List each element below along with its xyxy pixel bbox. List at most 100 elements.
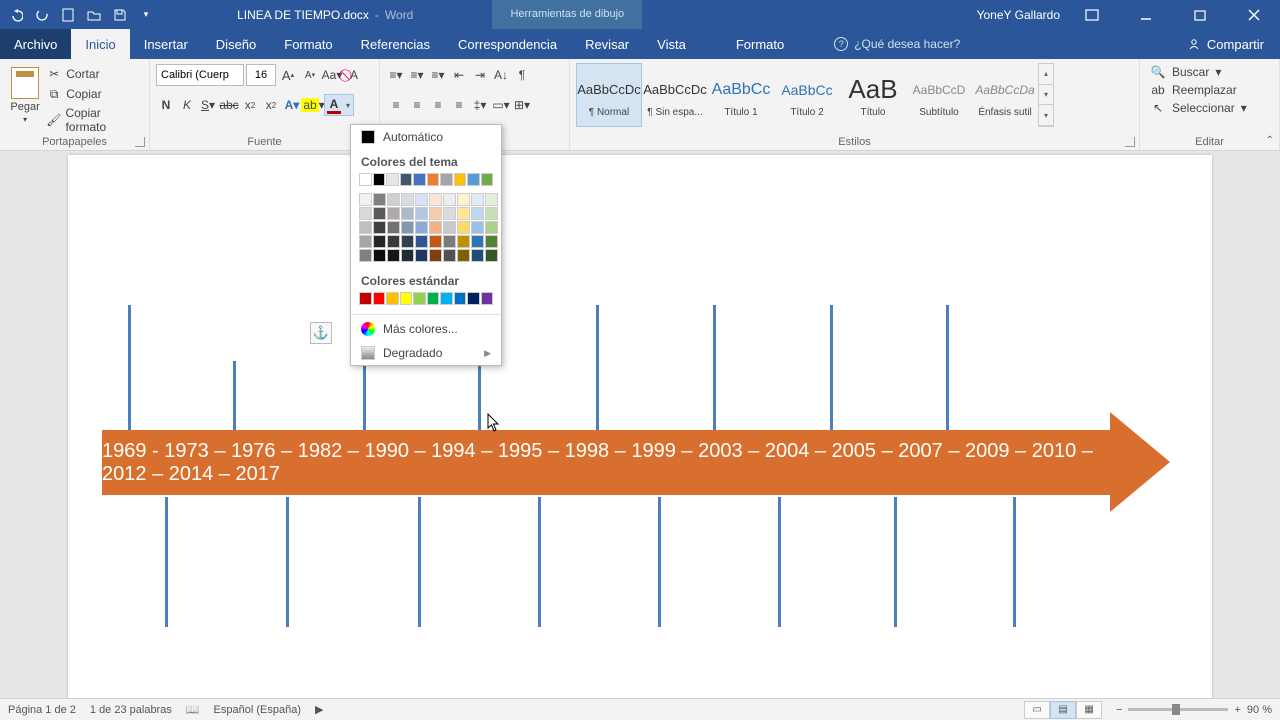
superscript-button[interactable]: x2: [261, 94, 281, 116]
timeline-arrow-shape[interactable]: 1969 - 1973 – 1976 – 1982 – 1990 – 1994 …: [102, 430, 1168, 495]
tell-me-box[interactable]: ? ¿Qué desea hacer?: [798, 29, 1171, 59]
color-swatch[interactable]: [427, 173, 440, 186]
bullets-button[interactable]: ≡▾: [386, 64, 406, 86]
gradient-item[interactable]: Degradado ▶: [351, 341, 501, 365]
color-swatch[interactable]: [359, 193, 372, 206]
undo-button[interactable]: [4, 3, 28, 27]
color-swatch[interactable]: [471, 207, 484, 220]
timeline-tick[interactable]: [830, 305, 833, 436]
styles-gallery[interactable]: AaBbCcDc¶ NormalAaBbCcDc¶ Sin espa... AaB…: [576, 63, 1133, 127]
style-item[interactable]: AaBbCcDaÉnfasis sutil: [972, 63, 1038, 127]
replace-button[interactable]: abReemplazar: [1146, 81, 1273, 99]
color-swatch[interactable]: [485, 221, 498, 234]
color-swatch[interactable]: [373, 207, 386, 220]
color-swatch[interactable]: [359, 249, 372, 262]
language-indicator[interactable]: Español (España): [214, 704, 301, 716]
gallery-down-button[interactable]: ▾: [1039, 85, 1053, 106]
automatic-color-item[interactable]: Automático: [351, 125, 501, 149]
zoom-level[interactable]: 90 %: [1247, 704, 1272, 716]
color-swatch[interactable]: [373, 292, 386, 305]
qat-customize-button[interactable]: ▾: [134, 3, 158, 27]
color-swatch[interactable]: [386, 292, 399, 305]
color-swatch[interactable]: [443, 193, 456, 206]
print-layout-button[interactable]: ▤: [1050, 701, 1076, 719]
borders-button[interactable]: ⊞▾: [512, 94, 532, 116]
style-item[interactable]: AaBbCcDc¶ Sin espa...: [642, 63, 708, 127]
color-swatch[interactable]: [443, 235, 456, 248]
font-name-combo[interactable]: Calibri (Cuerp: [156, 64, 244, 86]
zoom-control[interactable]: − + 90 %: [1116, 704, 1272, 716]
color-swatch[interactable]: [429, 193, 442, 206]
line-spacing-button[interactable]: ‡▾: [470, 94, 490, 116]
tab-insert[interactable]: Insertar: [130, 29, 202, 59]
find-button[interactable]: 🔍Buscar ▾: [1146, 63, 1273, 81]
redo-button[interactable]: [30, 3, 54, 27]
timeline-tick[interactable]: [658, 497, 661, 627]
format-painter-button[interactable]: 🖌Copiar formato: [44, 105, 143, 135]
styles-dialog-launcher[interactable]: [1125, 137, 1135, 147]
ribbon-display-button[interactable]: [1070, 0, 1114, 29]
color-swatch[interactable]: [443, 249, 456, 262]
color-swatch[interactable]: [401, 249, 414, 262]
color-swatch[interactable]: [413, 173, 426, 186]
web-layout-button[interactable]: ▦: [1076, 701, 1102, 719]
zoom-in-button[interactable]: +: [1234, 704, 1240, 716]
timeline-tick[interactable]: [778, 497, 781, 627]
select-button[interactable]: ↖Seleccionar ▾: [1146, 99, 1273, 117]
copy-button[interactable]: ⧉Copiar: [44, 85, 143, 103]
clipboard-dialog-launcher[interactable]: [135, 137, 145, 147]
color-swatch[interactable]: [386, 173, 399, 186]
color-swatch[interactable]: [359, 221, 372, 234]
color-swatch[interactable]: [415, 221, 428, 234]
color-swatch[interactable]: [443, 221, 456, 234]
justify-button[interactable]: ≡: [449, 94, 469, 116]
multilevel-button[interactable]: ≡▾: [428, 64, 448, 86]
tab-home[interactable]: Inicio: [71, 29, 129, 59]
style-item[interactable]: AaBbCcDSubtítulo: [906, 63, 972, 127]
color-swatch[interactable]: [429, 249, 442, 262]
subscript-button[interactable]: x2: [240, 94, 260, 116]
color-swatch[interactable]: [471, 249, 484, 262]
color-swatch[interactable]: [429, 235, 442, 248]
style-item[interactable]: AaBbCcDc¶ Normal: [576, 63, 642, 127]
zoom-out-button[interactable]: −: [1116, 704, 1122, 716]
minimize-button[interactable]: [1124, 0, 1168, 29]
color-swatch[interactable]: [481, 292, 494, 305]
color-swatch[interactable]: [454, 292, 467, 305]
word-count[interactable]: 1 de 23 palabras: [90, 704, 172, 716]
color-swatch[interactable]: [415, 193, 428, 206]
timeline-tick[interactable]: [596, 305, 599, 436]
color-swatch[interactable]: [429, 207, 442, 220]
color-swatch[interactable]: [440, 173, 453, 186]
open-button[interactable]: [82, 3, 106, 27]
highlight-button[interactable]: ab▾: [303, 94, 323, 116]
style-item[interactable]: AaBTítulo: [840, 63, 906, 127]
timeline-tick[interactable]: [946, 305, 949, 436]
zoom-slider[interactable]: [1128, 708, 1228, 711]
text-effects-button[interactable]: A▾: [282, 94, 302, 116]
color-swatch[interactable]: [457, 221, 470, 234]
object-anchor-icon[interactable]: ⚓: [310, 322, 332, 344]
tab-review[interactable]: Revisar: [571, 29, 643, 59]
tab-mailings[interactable]: Correspondencia: [444, 29, 571, 59]
color-swatch[interactable]: [359, 292, 372, 305]
read-mode-button[interactable]: ▭: [1024, 701, 1050, 719]
color-swatch[interactable]: [415, 249, 428, 262]
color-swatch[interactable]: [373, 193, 386, 206]
timeline-tick[interactable]: [538, 497, 541, 627]
tab-design[interactable]: Diseño: [202, 29, 270, 59]
color-swatch[interactable]: [415, 235, 428, 248]
color-swatch[interactable]: [401, 207, 414, 220]
color-swatch[interactable]: [387, 249, 400, 262]
tab-file[interactable]: Archivo: [0, 29, 71, 59]
color-swatch[interactable]: [401, 221, 414, 234]
tab-references[interactable]: Referencias: [347, 29, 444, 59]
show-marks-button[interactable]: ¶: [512, 64, 532, 86]
clear-formatting-button[interactable]: A⃠: [344, 64, 364, 86]
color-swatch[interactable]: [471, 193, 484, 206]
bold-button[interactable]: N: [156, 94, 176, 116]
gallery-up-button[interactable]: ▴: [1039, 64, 1053, 85]
tab-view[interactable]: Vista: [643, 29, 700, 59]
color-swatch[interactable]: [400, 292, 413, 305]
color-swatch[interactable]: [400, 173, 413, 186]
